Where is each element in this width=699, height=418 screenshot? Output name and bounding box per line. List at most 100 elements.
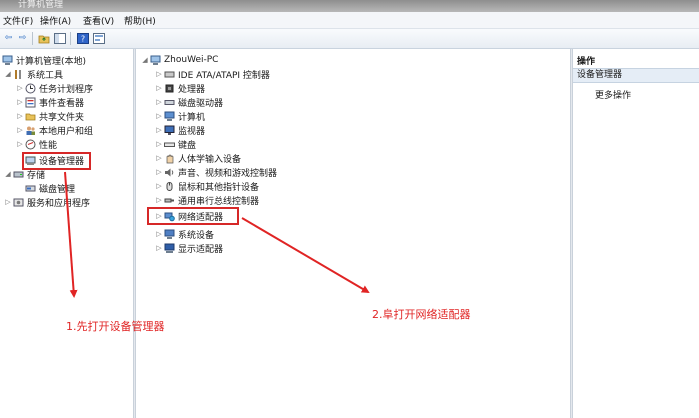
expand-arrow-icon[interactable]: ▷	[16, 126, 24, 134]
annotation-step1: 1.先打开设备管理器	[66, 320, 165, 333]
expand-arrow-icon[interactable]: ▷	[155, 154, 163, 162]
device-category-keyboards[interactable]: ▷ 键盘	[155, 137, 196, 151]
device-tree-pane: ◢ ZhouWei-PC ▷ IDE ATA/ATAPI 控制器 ▷ 处理器 ▷…	[136, 49, 570, 418]
storage-icon	[13, 169, 24, 180]
expand-arrow-icon[interactable]: ▷	[16, 98, 24, 106]
device-category-label: 人体学输入设备	[178, 154, 242, 165]
menu-view[interactable]: 查看(V)	[83, 14, 114, 27]
expand-arrow-icon[interactable]: ▷	[16, 112, 24, 120]
up-folder-icon[interactable]	[37, 32, 50, 44]
toolbar-separator	[32, 32, 33, 45]
tree-item-label: 事件查看器	[39, 98, 85, 109]
device-category-ide[interactable]: ▷ IDE ATA/ATAPI 控制器	[155, 67, 270, 81]
device-category-label: 声音、视频和游戏控制器	[178, 168, 278, 179]
expand-arrow-icon[interactable]: ▷	[155, 230, 163, 238]
menu-action[interactable]: 操作(A)	[40, 14, 71, 27]
tree-item-system-tools[interactable]: ◢ 系统工具	[4, 67, 63, 81]
expand-arrow-icon[interactable]: ▷	[155, 196, 163, 204]
expand-arrow-icon[interactable]: ▷	[155, 244, 163, 252]
performance-icon	[25, 139, 36, 150]
device-category-label: 监视器	[178, 126, 206, 137]
expand-arrow-icon[interactable]: ▷	[155, 112, 163, 120]
tree-item-local-users[interactable]: ▷ 本地用户和组	[16, 123, 93, 137]
tree-item-task-scheduler[interactable]: ▷ 任务计划程序	[16, 81, 93, 95]
event-viewer-icon	[25, 97, 36, 108]
ide-controller-icon	[164, 69, 175, 80]
display-adapter-icon	[164, 243, 175, 254]
shared-folder-icon	[25, 111, 36, 122]
system-device-icon	[164, 229, 175, 240]
help-icon[interactable]: ?	[76, 32, 89, 44]
device-category-computer[interactable]: ▷ 计算机	[155, 109, 205, 123]
show-hide-tree-icon[interactable]	[53, 32, 66, 44]
device-category-system-devices[interactable]: ▷ 系统设备	[155, 227, 214, 241]
tree-item-shared-folders[interactable]: ▷ 共享文件夹	[16, 109, 84, 123]
computer-icon	[164, 111, 175, 122]
tree-item-event-viewer[interactable]: ▷ 事件查看器	[16, 95, 84, 109]
expand-arrow-icon[interactable]: ▷	[155, 168, 163, 176]
disk-management-icon	[25, 183, 36, 194]
device-tree-root[interactable]: ◢ ZhouWei-PC	[141, 53, 218, 67]
clock-icon	[25, 83, 36, 94]
device-category-label: 显示适配器	[178, 244, 224, 255]
device-category-label: IDE ATA/ATAPI 控制器	[178, 70, 270, 81]
forward-arrow-icon[interactable]: ⇨	[16, 32, 29, 44]
device-category-mice[interactable]: ▷ 鼠标和其他指针设备	[155, 179, 259, 193]
console-tree-pane: 计算机管理(本地) ◢ 系统工具 ▷ 任务计划程序 ▷ 事件查看器 ▷ 共享文件…	[0, 49, 133, 418]
computer-management-icon	[2, 55, 13, 66]
expand-arrow-icon[interactable]: ▷	[16, 140, 24, 148]
speaker-icon	[164, 167, 175, 178]
device-category-monitors[interactable]: ▷ 监视器	[155, 123, 205, 137]
collapse-arrow-icon[interactable]: ◢	[141, 56, 149, 64]
tree-item-label: 共享文件夹	[39, 112, 85, 123]
tree-item-label: 磁盘管理	[39, 184, 76, 195]
expand-arrow-icon[interactable]: ▷	[16, 84, 24, 92]
tree-item-label: 服务和应用程序	[27, 198, 91, 209]
tree-item-performance[interactable]: ▷ 性能	[16, 137, 57, 151]
keyboard-icon	[164, 139, 175, 150]
tree-item-label: 任务计划程序	[39, 84, 94, 95]
expand-arrow-icon[interactable]: ▷	[155, 84, 163, 92]
expand-arrow-icon[interactable]: ▷	[155, 98, 163, 106]
processor-icon	[164, 83, 175, 94]
more-actions-link[interactable]: 更多操作	[595, 88, 631, 101]
properties-icon[interactable]	[92, 32, 105, 44]
users-icon	[25, 125, 36, 136]
device-category-label: 处理器	[178, 84, 206, 95]
back-arrow-icon[interactable]: ⇦	[2, 32, 15, 44]
highlight-device-manager	[22, 152, 91, 170]
menu-file[interactable]: 文件(F)	[3, 14, 33, 27]
expand-arrow-icon[interactable]: ▷	[4, 198, 12, 206]
svg-text:?: ?	[80, 34, 84, 43]
expand-arrow-icon[interactable]: ▷	[155, 70, 163, 78]
tree-item-label: 系统工具	[27, 70, 64, 81]
mouse-icon	[164, 181, 175, 192]
window-title: 计算机管理	[18, 0, 64, 10]
usb-icon	[164, 195, 175, 206]
actions-header: 操作	[577, 57, 596, 67]
tree-item-root[interactable]: 计算机管理(本地)	[2, 53, 86, 67]
tree-item-disk-management[interactable]: 磁盘管理	[25, 181, 75, 195]
menu-help[interactable]: 帮助(H)	[124, 14, 156, 27]
expand-arrow-icon[interactable]: ▷	[155, 140, 163, 148]
title-bar: 计算机管理	[0, 0, 699, 12]
collapse-arrow-icon[interactable]: ◢	[4, 70, 12, 78]
menu-bar: 文件(F) 操作(A) 查看(V) 帮助(H)	[0, 12, 699, 29]
device-category-usb[interactable]: ▷ 通用串行总线控制器	[155, 193, 259, 207]
device-category-label: 系统设备	[178, 230, 215, 241]
device-category-sound[interactable]: ▷ 声音、视频和游戏控制器	[155, 165, 277, 179]
device-category-label: 磁盘驱动器	[178, 98, 224, 109]
collapse-arrow-icon[interactable]: ◢	[4, 170, 12, 178]
highlight-network-adapters	[147, 207, 239, 225]
tree-item-services-apps[interactable]: ▷ 服务和应用程序	[4, 195, 90, 209]
device-category-label: 键盘	[178, 140, 197, 151]
device-category-disk-drives[interactable]: ▷ 磁盘驱动器	[155, 95, 223, 109]
toolbar-separator	[70, 32, 71, 45]
actions-section-device-manager[interactable]: 设备管理器	[573, 68, 699, 83]
device-category-hid[interactable]: ▷ 人体学输入设备	[155, 151, 241, 165]
device-category-display-adapters[interactable]: ▷ 显示适配器	[155, 241, 223, 255]
expand-arrow-icon[interactable]: ▷	[155, 126, 163, 134]
expand-arrow-icon[interactable]: ▷	[155, 182, 163, 190]
toolbar: ⇦ ⇨ ?	[0, 29, 699, 49]
device-category-processor[interactable]: ▷ 处理器	[155, 81, 205, 95]
